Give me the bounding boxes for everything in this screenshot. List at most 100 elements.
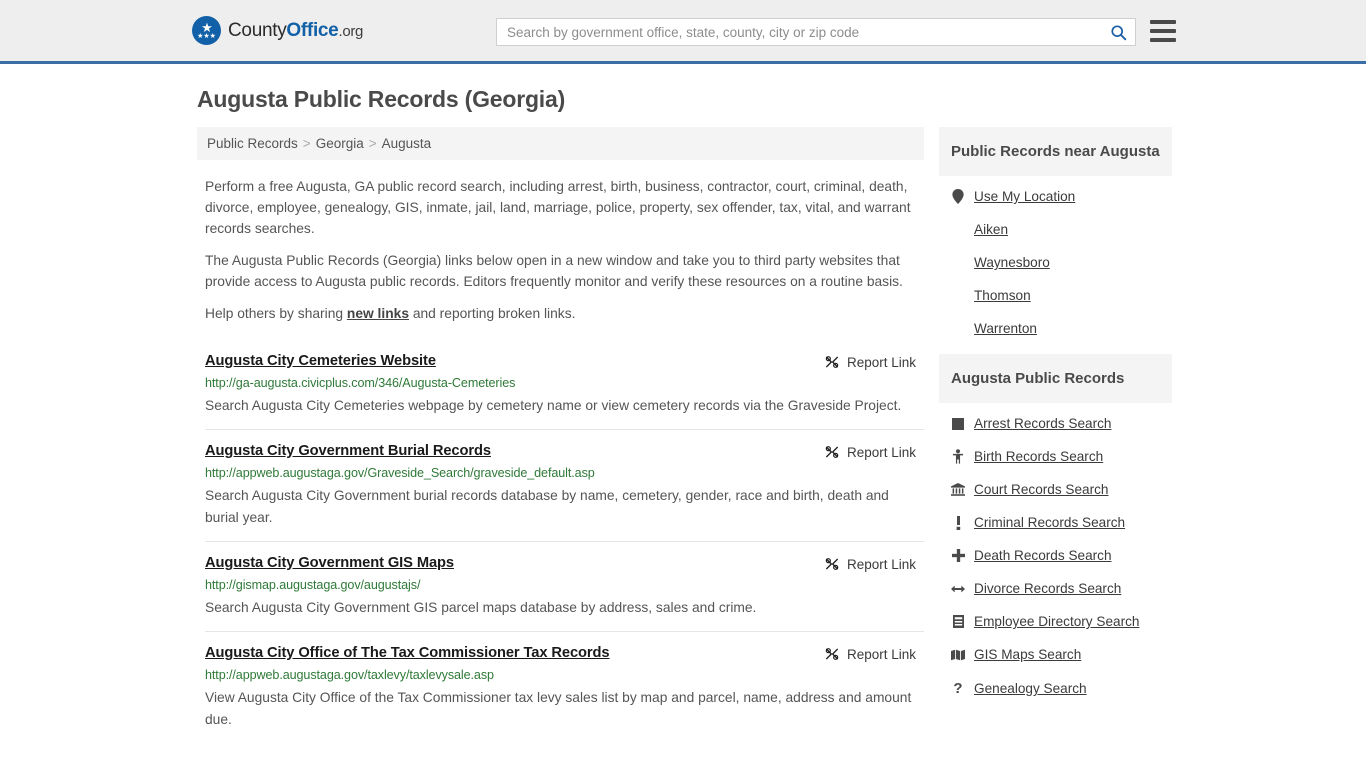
result-description: View Augusta City Office of the Tax Comm… xyxy=(205,690,912,727)
sidebar-item-link[interactable]: Warrenton xyxy=(974,321,1037,336)
sidebar-item-link[interactable]: Employee Directory Search xyxy=(974,614,1139,629)
sidebar-item-link[interactable]: Thomson xyxy=(974,288,1031,303)
report-link-button[interactable]: Report Link xyxy=(824,646,924,662)
sidebar-records-list: Arrest Records Search Birth Records Searc… xyxy=(939,403,1172,706)
page-title: Augusta Public Records (Georgia) xyxy=(197,86,566,112)
hamburger-bar-2 xyxy=(1150,29,1176,33)
result-url[interactable]: http://appweb.augustaga.gov/Graveside_Se… xyxy=(205,466,924,480)
result-title-link[interactable]: Augusta City Cemeteries Website xyxy=(205,353,436,369)
intro-p3-after: and reporting broken links. xyxy=(409,306,576,321)
breadcrumb-separator-1: > xyxy=(368,136,377,151)
broken-link-icon xyxy=(825,648,839,660)
sidebar-item-link[interactable]: Use My Location xyxy=(974,189,1075,204)
result-url[interactable]: http://appweb.augustaga.gov/taxlevy/taxl… xyxy=(205,668,924,682)
result-title-link[interactable]: Augusta City Office of The Tax Commissio… xyxy=(205,645,610,661)
sidebar-list-item: Court Records Search xyxy=(951,473,1172,506)
left-right-arrow-icon xyxy=(951,584,965,594)
sidebar-list-item: Use My Location xyxy=(951,180,1172,213)
sidebar-list-item: Divorce Records Search xyxy=(951,572,1172,605)
result-url[interactable]: http://ga-augusta.civicplus.com/346/Augu… xyxy=(205,376,924,390)
sidebar-item-link[interactable]: Arrest Records Search xyxy=(974,416,1112,431)
results-list: Augusta City Cemeteries Website Report L… xyxy=(197,340,924,743)
sidebar-list-item: GIS Maps Search xyxy=(951,638,1172,671)
intro-paragraph-2: The Augusta Public Records (Georgia) lin… xyxy=(205,253,903,289)
sidebar-list-item: Birth Records Search xyxy=(951,440,1172,473)
result-item: Augusta City Government Burial Records R… xyxy=(205,429,924,541)
question-mark-icon: ? xyxy=(953,680,963,697)
sidebar-item-link[interactable]: Court Records Search xyxy=(974,482,1108,497)
intro-paragraph-1: Perform a free Augusta, GA public record… xyxy=(205,179,911,236)
report-link-button[interactable]: Report Link xyxy=(824,556,924,572)
sidebar-nearby-heading: Public Records near Augusta xyxy=(939,127,1172,176)
id-card-icon xyxy=(952,615,964,628)
result-header: Augusta City Cemeteries Website Report L… xyxy=(205,353,924,370)
courthouse-icon xyxy=(951,483,965,496)
square-icon xyxy=(952,417,964,430)
baby-icon xyxy=(951,449,965,464)
sidebar-item-link[interactable]: Criminal Records Search xyxy=(974,515,1125,530)
logo-text: CountyOffice.org xyxy=(228,20,363,42)
result-item: Augusta City Government GIS Maps Report … xyxy=(205,541,924,631)
search-input[interactable] xyxy=(497,19,1101,45)
breadcrumb-item-2[interactable]: Augusta xyxy=(382,136,432,151)
sidebar-item-link[interactable]: Death Records Search xyxy=(974,548,1112,563)
logo-text-org: .org xyxy=(338,22,364,40)
report-link-label: Report Link xyxy=(846,646,916,662)
report-link-button[interactable]: Report Link xyxy=(824,354,924,370)
sidebar-records-heading: Augusta Public Records xyxy=(939,354,1172,403)
sidebar-item-link[interactable]: Birth Records Search xyxy=(974,449,1103,464)
report-link-label: Report Link xyxy=(846,444,916,460)
square-icon xyxy=(951,417,965,430)
report-link-button[interactable]: Report Link xyxy=(824,444,924,460)
sidebar-list-item: Arrest Records Search xyxy=(951,407,1172,440)
breadcrumb-item-0[interactable]: Public Records xyxy=(207,136,298,151)
new-links-link[interactable]: new links xyxy=(347,306,409,321)
result-description: Search Augusta City Government GIS parce… xyxy=(205,600,757,615)
intro-paragraph-3: Help others by sharing new links and rep… xyxy=(197,292,924,324)
map-pin-icon xyxy=(952,189,964,204)
logo-text-office: Office xyxy=(286,19,339,41)
search-button[interactable] xyxy=(1101,19,1135,45)
sidebar-item-link[interactable]: Divorce Records Search xyxy=(974,581,1121,596)
id-card-icon xyxy=(951,615,965,628)
sidebar-item-link[interactable]: Waynesboro xyxy=(974,255,1050,270)
sidebar-list-item: Thomson xyxy=(951,279,1172,312)
page-body: Augusta Public Records (Georgia) Public … xyxy=(0,64,1366,743)
result-title-link[interactable]: Augusta City Government GIS Maps xyxy=(205,555,454,571)
broken-link-icon xyxy=(825,558,839,570)
sidebar-item-link[interactable]: GIS Maps Search xyxy=(974,647,1081,662)
search-icon xyxy=(1110,24,1126,40)
intro-p3-before: Help others by sharing xyxy=(205,306,347,321)
sidebar-nearby-list: Use My Location Aiken Waynesboro Thomson War… xyxy=(939,176,1172,345)
sidebar-nearby-box: Public Records near Augusta Use My Locat… xyxy=(939,127,1172,345)
plus-cross-icon xyxy=(951,549,965,562)
search-bar[interactable] xyxy=(496,18,1136,46)
logo-text-county: County xyxy=(228,19,287,41)
sidebar-list-item: Warrenton xyxy=(951,312,1172,345)
breadcrumb-separator-0: > xyxy=(302,136,311,151)
report-link-label: Report Link xyxy=(846,556,916,572)
sidebar-list-item: Employee Directory Search xyxy=(951,605,1172,638)
hamburger-bar-1 xyxy=(1150,20,1176,24)
left-right-arrow-icon xyxy=(951,585,965,592)
plus-cross-icon xyxy=(951,549,965,562)
sidebar-list-item: Aiken xyxy=(951,213,1172,246)
sidebar-item-link[interactable]: Genealogy Search xyxy=(974,681,1087,696)
breadcrumb-item-1[interactable]: Georgia xyxy=(316,136,364,151)
eagle-seal-icon: ★ ★★★ xyxy=(192,16,221,45)
sidebar-item-link[interactable]: Aiken xyxy=(974,222,1008,237)
map-pin-icon xyxy=(951,189,965,204)
broken-link-icon xyxy=(825,356,839,368)
sidebar-list-item: Death Records Search xyxy=(951,539,1172,572)
result-title-link[interactable]: Augusta City Government Burial Records xyxy=(205,443,491,459)
site-logo[interactable]: ★ ★★★ CountyOffice.org xyxy=(192,16,363,45)
hamburger-menu-icon[interactable] xyxy=(1150,20,1176,42)
result-url[interactable]: http://gismap.augustaga.gov/augustajs/ xyxy=(205,578,924,592)
main-column: Public Records > Georgia > Augusta Perform a… xyxy=(197,127,924,743)
hamburger-bar-3 xyxy=(1150,38,1176,42)
sidebar-list-item: Criminal Records Search xyxy=(951,506,1172,539)
result-description: Search Augusta City Cemeteries webpage b… xyxy=(205,398,902,413)
map-icon xyxy=(951,649,965,660)
sidebar-list-item: Waynesboro xyxy=(951,246,1172,279)
result-header: Augusta City Government Burial Records R… xyxy=(205,443,924,460)
